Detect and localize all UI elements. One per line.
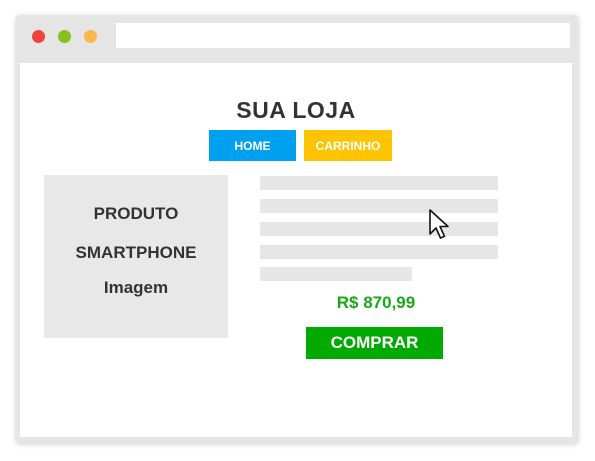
home-button[interactable]: HOME [209,130,296,161]
store-title: SUA LOJA [236,97,356,123]
description-placeholder-line [260,245,498,259]
address-bar[interactable] [116,23,570,48]
description-placeholder-line [260,199,498,213]
maximize-window-dot[interactable] [84,30,97,43]
description-placeholder-line [260,267,412,281]
product-image-label-2: SMARTPHONE [75,243,197,262]
cart-button[interactable]: CARRINHO [304,130,392,161]
product-price: R$ 870,99 [336,293,416,312]
description-placeholder-line [260,222,498,236]
browser-window: SUA LOJA HOME CARRINHO PRODUTO SMARTPHON… [15,15,579,445]
product-image-placeholder: PRODUTO SMARTPHONE Imagem [44,175,228,338]
product-image-label-1: PRODUTO [93,204,179,223]
browser-titlebar [15,15,579,61]
minimize-window-dot[interactable] [58,30,71,43]
close-window-dot[interactable] [32,30,45,43]
description-placeholder-line [260,176,498,190]
product-image-label-3: Imagem [103,278,169,297]
store-page: SUA LOJA HOME CARRINHO PRODUTO SMARTPHON… [20,63,572,437]
buy-button[interactable]: COMPRAR [306,327,443,359]
arrow-cursor-icon [429,209,449,239]
